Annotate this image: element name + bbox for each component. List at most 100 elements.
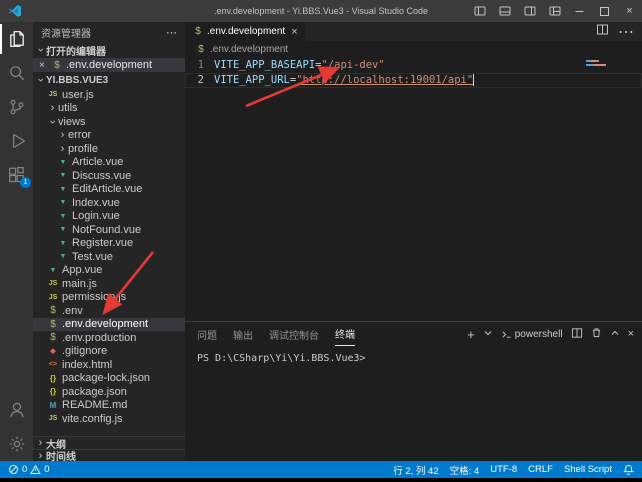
tree-item[interactable]: $.env: [33, 304, 185, 318]
terminal-prompt: PS D:\CSharp\Yi\Yi.BBS.Vue3>: [197, 353, 366, 364]
tree-item[interactable]: ▼EditArticle.vue: [33, 183, 185, 197]
tree-item[interactable]: ▼Login.vue: [33, 210, 185, 224]
close-window-icon[interactable]: ×: [617, 0, 642, 22]
explorer-icon[interactable]: [0, 22, 33, 56]
extensions-icon[interactable]: 1: [0, 158, 33, 192]
cursor-position-status[interactable]: 行 2, 列 42: [393, 463, 438, 477]
tree-item[interactable]: ›utils: [33, 102, 185, 116]
maximize-icon[interactable]: [592, 0, 617, 22]
panel-tab-output[interactable]: 输出: [233, 322, 253, 346]
language-mode-status[interactable]: Shell Script: [564, 464, 612, 475]
chevron-right-icon: ›: [57, 129, 68, 141]
tree-item-label: Discuss.vue: [72, 170, 131, 182]
eol-status[interactable]: CRLF: [528, 464, 553, 475]
tree-item[interactable]: MREADME.md: [33, 399, 185, 413]
env-file-icon: $: [47, 332, 59, 343]
tree-item[interactable]: {}package.json: [33, 385, 185, 399]
open-editors-header[interactable]: › 打开的编辑器: [33, 42, 185, 58]
tree-item[interactable]: ›views: [33, 115, 185, 129]
tree-item[interactable]: ◆.gitignore: [33, 345, 185, 359]
tree-item-label: NotFound.vue: [72, 224, 141, 236]
open-editor-item[interactable]: × $ .env.development: [33, 58, 185, 72]
vue-file-icon: ▼: [57, 213, 69, 220]
maximize-panel-icon[interactable]: [610, 328, 620, 341]
minimap[interactable]: [586, 60, 608, 68]
terminal-content[interactable]: PS D:\CSharp\Yi\Yi.BBS.Vue3>: [185, 346, 642, 364]
panel-tab-debug-console[interactable]: 调试控制台: [269, 322, 319, 346]
vue-file-icon: ▼: [47, 267, 59, 274]
close-icon[interactable]: ×: [39, 60, 51, 71]
tab-env-development[interactable]: $ .env.development ×: [185, 22, 306, 41]
tree-item[interactable]: ▼NotFound.vue: [33, 223, 185, 237]
indentation-status[interactable]: 空格: 4: [450, 463, 480, 477]
code-line[interactable]: 2VITE_APP_URL="http://localhost:19001/ap…: [185, 73, 642, 88]
line-number: 2: [185, 73, 214, 88]
tree-item[interactable]: JSmain.js: [33, 277, 185, 291]
tree-item[interactable]: ›error: [33, 129, 185, 143]
tree-item[interactable]: $.env.development: [33, 318, 185, 332]
panel-tab-terminal[interactable]: 终端: [335, 322, 355, 346]
run-debug-icon[interactable]: [0, 124, 33, 158]
project-root-header[interactable]: › YI.BBS.VUE3: [33, 72, 185, 88]
tree-item[interactable]: JSuser.js: [33, 88, 185, 102]
sidebar-header: 资源管理器 ⋯: [33, 22, 185, 42]
tree-item[interactable]: ▼Article.vue: [33, 156, 185, 170]
open-editors-label: 打开的编辑器: [46, 43, 106, 58]
minimize-icon[interactable]: [567, 0, 592, 22]
problems-status[interactable]: 0 0: [8, 464, 50, 475]
tree-item[interactable]: ›profile: [33, 142, 185, 156]
tree-item[interactable]: JSpermission.js: [33, 291, 185, 305]
tree-item[interactable]: ▼Register.vue: [33, 237, 185, 251]
toggle-sidebar-icon[interactable]: [467, 0, 492, 22]
env-file-icon: $: [195, 44, 207, 55]
new-terminal-icon[interactable]: +: [467, 327, 475, 342]
more-actions-icon[interactable]: ⋯: [618, 22, 634, 42]
panel-header: 问题输出调试控制台终端 + powershell ×: [185, 322, 642, 346]
tree-item[interactable]: ▼Index.vue: [33, 196, 185, 210]
source-control-icon[interactable]: [0, 90, 33, 124]
chevron-down-icon[interactable]: [483, 328, 493, 341]
tree-item-label: .gitignore: [62, 345, 107, 357]
toggle-panel-icon[interactable]: [492, 0, 517, 22]
split-terminal-icon[interactable]: [571, 327, 583, 342]
notifications-bell-icon[interactable]: [623, 464, 634, 476]
shell-selector[interactable]: powershell: [501, 329, 563, 340]
close-panel-icon[interactable]: ×: [628, 328, 634, 340]
line-number: 1: [185, 58, 214, 73]
token-variable: VITE_APP_BASEAPI: [214, 59, 315, 71]
close-icon[interactable]: ×: [291, 26, 297, 38]
timeline-section[interactable]: ›时间线: [33, 449, 185, 461]
kill-terminal-icon[interactable]: [591, 327, 602, 341]
tree-item-label: .env.production: [62, 332, 136, 344]
panel-tab-problems[interactable]: 问题: [197, 322, 217, 346]
warning-icon: [30, 464, 41, 475]
tree-item[interactable]: {}package-lock.json: [33, 372, 185, 386]
more-actions-icon[interactable]: ⋯: [166, 26, 177, 39]
file-tree: JSuser.js›utils›views›error›profile▼Arti…: [33, 88, 185, 426]
vue-file-icon: ▼: [57, 159, 69, 166]
chevron-down-icon: ›: [47, 116, 59, 127]
encoding-status[interactable]: UTF-8: [490, 464, 517, 475]
tree-item[interactable]: JSvite.config.js: [33, 412, 185, 426]
code-text: VITE_APP_BASEAPI="/api-dev": [214, 58, 385, 73]
tree-item[interactable]: <>index.html: [33, 358, 185, 372]
window-controls: ×: [467, 0, 642, 22]
tree-item[interactable]: $.env.production: [33, 331, 185, 345]
tree-item[interactable]: ▼Discuss.vue: [33, 169, 185, 183]
tree-item-label: .env: [62, 305, 83, 317]
customize-layout-icon[interactable]: [542, 0, 567, 22]
account-icon[interactable]: [0, 393, 33, 427]
text-cursor: [473, 74, 474, 86]
code-editor[interactable]: 1VITE_APP_BASEAPI="/api-dev"2VITE_APP_UR…: [185, 57, 642, 321]
tree-item-label: main.js: [62, 278, 97, 290]
tree-item[interactable]: ▼Test.vue: [33, 250, 185, 264]
code-line[interactable]: 1VITE_APP_BASEAPI="/api-dev": [185, 58, 642, 73]
search-icon[interactable]: [0, 56, 33, 90]
tree-item-label: Register.vue: [72, 237, 133, 249]
breadcrumb[interactable]: $ .env.development: [185, 41, 642, 57]
toggle-secondary-sidebar-icon[interactable]: [517, 0, 542, 22]
split-editor-icon[interactable]: [596, 23, 609, 41]
settings-gear-icon[interactable]: [0, 427, 33, 461]
tree-item[interactable]: ▼App.vue: [33, 264, 185, 278]
tree-item-label: Article.vue: [72, 156, 123, 168]
